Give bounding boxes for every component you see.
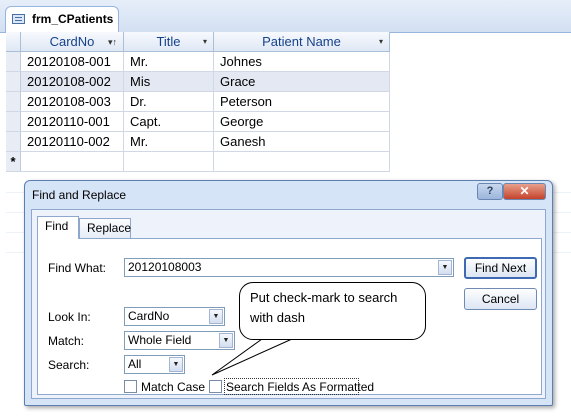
annotation-callout: Put check-mark to search with dash [239,282,426,340]
callout-pointer [211,338,293,376]
callout-text: Put check-mark to search with dash [250,290,398,325]
